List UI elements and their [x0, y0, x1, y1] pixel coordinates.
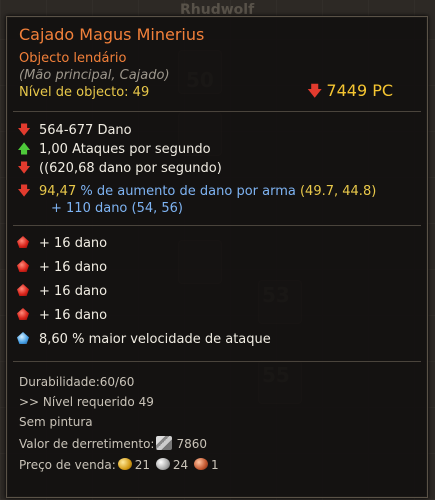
red-gem-icon: [17, 284, 29, 296]
weapon-damage-label: % de aumento de dano por arma: [80, 184, 296, 199]
durability: Durabilidade:60/60: [19, 375, 135, 389]
gem-socket: 8,60 % maior velocidade de ataque: [17, 331, 271, 347]
paint-status: Sem pintura: [19, 415, 93, 429]
decrease-arrow-icon: 🡇: [307, 82, 323, 100]
gem-socket: + 16 dano: [17, 235, 107, 251]
weapon-damage-percent: 94,47: [39, 184, 77, 199]
required-level: >> Nível requerido 49: [19, 395, 154, 409]
stat-dps: 🡇 ((620,68 dano por segundo): [17, 159, 221, 181]
power-value: 7449 PC: [326, 81, 394, 100]
red-gem-icon: [17, 260, 29, 272]
stat-bonus-damage: + 110 dano (54, 56): [51, 201, 184, 216]
divider: [13, 225, 421, 226]
copper-coin-icon: [193, 458, 208, 470]
blue-gem-icon: [17, 332, 29, 344]
red-gem-icon: [17, 308, 29, 320]
power-comparison: 🡇 7449 PC: [307, 81, 393, 106]
gold-coin-icon: [117, 458, 132, 470]
smelt-value: Valor de derretimento: 7860: [19, 436, 207, 451]
divider: [13, 111, 421, 112]
divider: [13, 361, 421, 362]
smelt-icon: [156, 436, 173, 450]
silver-coin-icon: [155, 458, 170, 470]
item-level: Nível de objecto: 49: [19, 85, 150, 100]
red-gem-icon: [17, 236, 29, 248]
item-name: Cajado Magus Minerius: [19, 25, 205, 44]
weapon-damage-range: (49.7, 44.8): [299, 184, 377, 199]
decrease-arrow-icon: 🡇: [17, 161, 31, 176]
gem-socket: + 16 dano: [17, 259, 107, 275]
decrease-arrow-icon: 🡇: [17, 184, 31, 199]
item-rarity: Objecto lendário: [19, 51, 127, 66]
gem-socket: + 16 dano: [17, 307, 107, 323]
item-tooltip: Cajado Magus Minerius Objecto lendário (…: [6, 16, 428, 498]
item-slot: (Mão principal, Cajado): [19, 68, 170, 83]
gem-socket: + 16 dano: [17, 283, 107, 299]
sell-price: Preço de venda: 21 24 1: [19, 458, 219, 472]
